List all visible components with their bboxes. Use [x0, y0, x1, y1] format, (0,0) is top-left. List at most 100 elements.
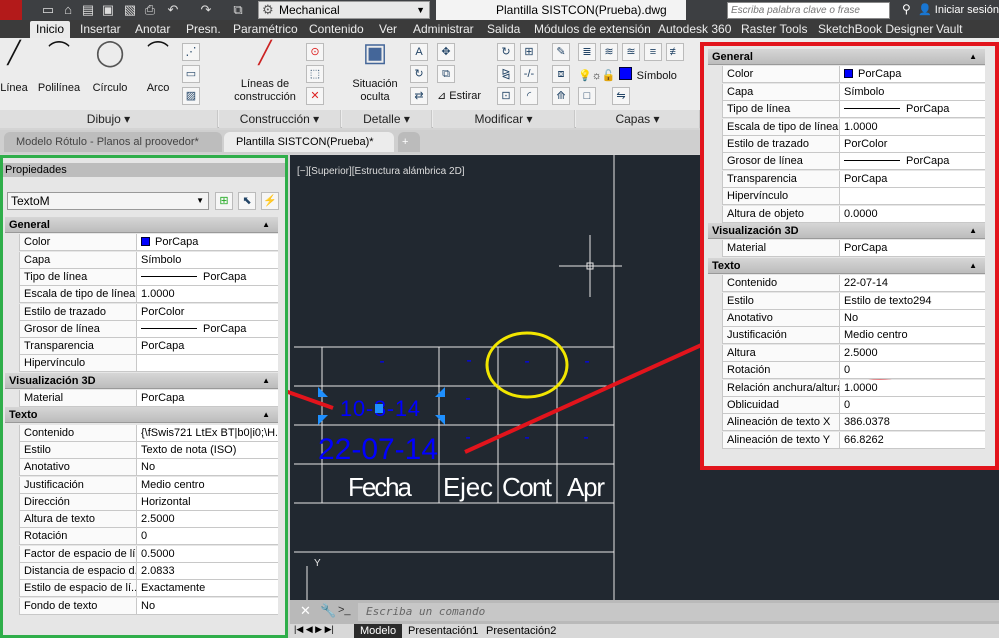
right-property-row[interactable]: Tipo de línea PorCapa: [722, 101, 985, 119]
ribbon-tab-salida[interactable]: Salida: [487, 21, 520, 38]
property-value[interactable]: Estilo de texto294: [841, 293, 984, 309]
right-property-row[interactable]: Oblicuidad 0: [722, 397, 985, 414]
right-property-row[interactable]: Altura de objeto 0.0000: [722, 205, 985, 223]
right-property-row[interactable]: Relación anchura/altura 1.0000: [722, 379, 985, 397]
ribbon-tab-sketchbook-designer[interactable]: SketchBook Designer: [818, 21, 933, 38]
tab-modelo[interactable]: Modelo: [354, 624, 403, 638]
left-property-row[interactable]: Distancia de espacio d... 2.0833: [19, 563, 278, 580]
left-property-row[interactable]: Hipervínculo: [19, 355, 278, 373]
right-property-row[interactable]: Hipervínculo: [722, 188, 985, 206]
property-value[interactable]: PorCapa: [841, 240, 984, 256]
ribbon-tab-ver[interactable]: Ver: [379, 21, 397, 38]
right-property-row[interactable]: Rotación 0: [722, 362, 985, 380]
property-value[interactable]: Horizontal: [138, 494, 277, 510]
right-section-header[interactable]: General ▲: [708, 49, 985, 65]
ribbon-tab-vault[interactable]: Vault: [936, 21, 962, 38]
left-section-header[interactable]: Texto ▲: [5, 407, 278, 424]
property-value[interactable]: [841, 188, 984, 204]
left-property-row[interactable]: Tipo de línea PorCapa: [19, 268, 278, 286]
command-input[interactable]: Escriba un comando: [358, 603, 999, 621]
property-value[interactable]: PorColor: [841, 136, 984, 152]
left-property-row[interactable]: Estilo de espacio de lí... Exactamente: [19, 580, 278, 598]
property-value[interactable]: Símbolo: [138, 252, 277, 268]
property-value[interactable]: PorCapa: [138, 234, 277, 250]
ribbon-tab-administrar[interactable]: Administrar: [413, 21, 474, 38]
command-prompt-icon[interactable]: >_: [338, 604, 351, 616]
collapse-icon[interactable]: ▲: [969, 49, 977, 65]
left-property-row[interactable]: Rotación 0: [19, 528, 278, 546]
ribbon-tab-raster-tools[interactable]: Raster Tools: [741, 21, 807, 38]
property-value[interactable]: 1.0000: [138, 286, 277, 302]
property-value[interactable]: 0: [138, 528, 277, 544]
left-section-header[interactable]: General ▲: [5, 217, 278, 233]
property-value[interactable]: PorCapa: [841, 66, 984, 82]
property-value[interactable]: 0: [841, 397, 984, 413]
tab-presentacion1[interactable]: Presentación1: [402, 624, 484, 638]
left-property-row[interactable]: Fondo de texto No: [19, 597, 278, 615]
collapse-icon[interactable]: ▲: [262, 217, 270, 233]
right-property-row[interactable]: Color PorCapa: [722, 66, 985, 84]
property-value[interactable]: 386.0378: [841, 414, 984, 430]
right-property-row[interactable]: Anotativo No: [722, 310, 985, 327]
property-value[interactable]: Texto de nota (ISO): [138, 442, 277, 458]
collapse-icon[interactable]: ▲: [969, 258, 977, 274]
toggle-pickadd-icon[interactable]: ⊞: [215, 192, 233, 210]
left-property-row[interactable]: Justificación Medio centro: [19, 476, 278, 494]
ribbon-tab-param-trico[interactable]: Paramétrico: [233, 21, 298, 38]
property-value[interactable]: PorCapa: [841, 153, 984, 169]
property-value[interactable]: 66.8262: [841, 432, 984, 448]
ribbon-tab-contenido[interactable]: Contenido: [309, 21, 364, 38]
property-value[interactable]: 2.0833: [138, 563, 277, 579]
property-value[interactable]: No: [841, 310, 984, 326]
ribbon-tab-autodesk-360[interactable]: Autodesk 360: [658, 21, 731, 38]
property-value[interactable]: PorCapa: [138, 321, 277, 337]
left-property-row[interactable]: Grosor de línea PorCapa: [19, 320, 278, 338]
property-value[interactable]: 0.0000: [841, 206, 984, 222]
right-property-row[interactable]: Estilo de trazado PorColor: [722, 136, 985, 153]
left-property-row[interactable]: Escala de tipo de línea 1.0000: [19, 286, 278, 304]
property-value[interactable]: {\fSwis721 LtEx BT|b0|i0;\H...: [138, 425, 277, 441]
collapse-icon[interactable]: ▲: [262, 407, 270, 423]
property-value[interactable]: 2.5000: [841, 345, 984, 361]
object-type-selector[interactable]: TextoM ▼: [7, 192, 209, 210]
right-property-row[interactable]: Material PorCapa: [722, 240, 985, 258]
collapse-icon[interactable]: ▲: [969, 223, 977, 239]
right-property-row[interactable]: Estilo Estilo de texto294: [722, 292, 985, 310]
left-property-row[interactable]: Capa Símbolo: [19, 251, 278, 269]
property-value[interactable]: 0.5000: [138, 546, 277, 562]
tab-navigation-icon[interactable]: |◀ ◀ ▶ ▶|: [294, 624, 334, 635]
left-property-row[interactable]: Altura de texto 2.5000: [19, 511, 278, 529]
right-property-row[interactable]: Alineación de texto Y 66.8262: [722, 431, 985, 449]
right-property-row[interactable]: Transparencia PorCapa: [722, 170, 985, 188]
right-property-row[interactable]: Contenido 22-07-14: [722, 275, 985, 293]
ribbon-tab-inicio[interactable]: Inicio: [30, 21, 71, 38]
right-property-row[interactable]: Justificación Medio centro: [722, 327, 985, 345]
right-property-row[interactable]: Escala de tipo de línea 1.0000: [722, 118, 985, 136]
collapse-icon[interactable]: ▲: [262, 373, 270, 389]
select-objects-icon[interactable]: ⬉: [238, 192, 256, 210]
property-value[interactable]: [138, 355, 277, 371]
quick-select-icon[interactable]: ⚡: [261, 192, 279, 210]
right-section-header[interactable]: Visualización 3D ▲: [708, 223, 985, 239]
right-property-row[interactable]: Altura 2.5000: [722, 344, 985, 362]
property-value[interactable]: 22-07-14: [841, 275, 984, 291]
right-section-header[interactable]: Texto ▲: [708, 257, 985, 274]
left-property-row[interactable]: Anotativo No: [19, 459, 278, 477]
property-value[interactable]: Exactamente: [138, 580, 277, 596]
property-value[interactable]: PorCapa: [841, 101, 984, 117]
right-property-row[interactable]: Capa Símbolo: [722, 83, 985, 101]
left-property-row[interactable]: Material PorCapa: [19, 390, 278, 407]
left-section-header[interactable]: Visualización 3D ▲: [5, 372, 278, 389]
property-value[interactable]: No: [138, 598, 277, 614]
property-value[interactable]: 1.0000: [841, 380, 984, 396]
wrench-icon[interactable]: 🔧: [320, 603, 336, 619]
left-property-row[interactable]: Transparencia PorCapa: [19, 338, 278, 356]
ribbon-tab-m-dulos-de-extensi-n[interactable]: Módulos de extensión: [534, 21, 651, 38]
left-property-row[interactable]: Estilo de trazado PorColor: [19, 303, 278, 321]
ribbon-tab-insertar[interactable]: Insertar: [80, 21, 121, 38]
property-value[interactable]: 2.5000: [138, 511, 277, 527]
right-property-row[interactable]: Alineación de texto X 386.0378: [722, 414, 985, 432]
property-value[interactable]: PorCapa: [138, 390, 277, 406]
property-value[interactable]: PorCapa: [841, 171, 984, 187]
left-property-row[interactable]: Estilo Texto de nota (ISO): [19, 441, 278, 459]
